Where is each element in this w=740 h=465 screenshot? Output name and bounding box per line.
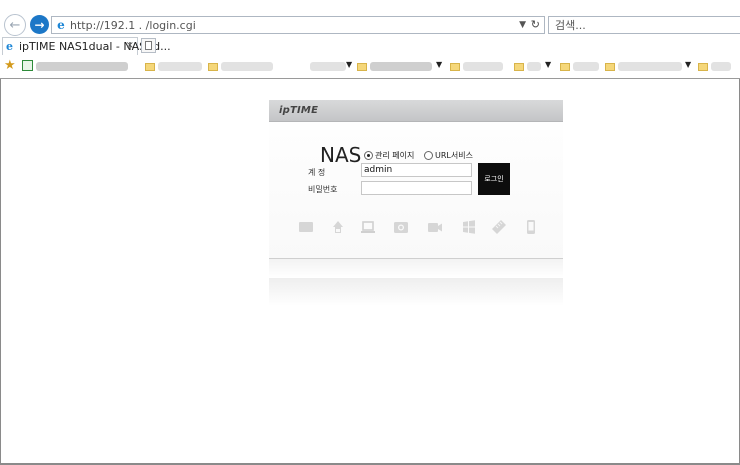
ruler-icon (492, 220, 506, 234)
panel-header: ipTIME (269, 100, 563, 122)
printer-icon (333, 221, 343, 233)
chevron-down-icon[interactable]: ▼ (436, 60, 442, 69)
tab-nas-login[interactable]: e ipTIME NAS1dual - NAS1d... × (2, 37, 171, 55)
favorite-item-blurred[interactable] (711, 62, 731, 71)
favorite-item-blurred[interactable] (158, 62, 202, 71)
folder-icon[interactable] (605, 63, 615, 71)
favorite-site-icon[interactable] (22, 60, 33, 71)
account-input[interactable] (361, 163, 472, 177)
chevron-down-icon[interactable]: ▼ (545, 60, 551, 69)
login-button[interactable]: 로그인 (478, 163, 510, 195)
favorite-item-blurred[interactable] (370, 62, 432, 71)
favorites-bar: ★ ▼ ▼ ▼ ▼ (0, 56, 740, 78)
search-input[interactable] (555, 18, 735, 32)
folder-icon[interactable] (145, 63, 155, 71)
chrome-divider (0, 78, 740, 79)
arrow-right-icon: → (34, 17, 45, 32)
folder-icon[interactable] (514, 63, 524, 71)
close-icon[interactable]: × (126, 40, 134, 51)
folder-icon[interactable] (357, 63, 367, 71)
folder-icon[interactable] (560, 63, 570, 71)
search-box[interactable] (548, 16, 740, 34)
password-input[interactable] (361, 181, 472, 195)
favorite-item-blurred[interactable] (310, 62, 346, 71)
login-panel: ipTIME NAS 관리 페이지 URL서비스 계 정 비밀번호 로그인 (269, 100, 563, 278)
address-bar[interactable]: e http://192.1 . /login.cgi ▼ ↻ (51, 16, 545, 34)
window-border (0, 79, 1, 465)
laptop-icon (361, 221, 375, 233)
browser-chrome: ← → e http://192.1 . /login.cgi ▼ ↻ e ip… (0, 0, 740, 78)
favorites-star-icon[interactable]: ★ (4, 58, 16, 73)
service-icons-row (298, 219, 538, 239)
radio-url-service[interactable] (424, 151, 433, 160)
favorite-item-blurred[interactable] (463, 62, 503, 71)
arrow-left-icon: ← (9, 17, 21, 33)
mobile-icon (527, 220, 535, 234)
favorite-item-blurred[interactable] (618, 62, 682, 71)
favorite-item-blurred[interactable] (221, 62, 273, 71)
monitor-icon (299, 222, 313, 232)
panel-body: NAS 관리 페이지 URL서비스 계 정 비밀번호 로그인 (269, 122, 563, 259)
page-title: NAS (320, 143, 362, 167)
new-tab-icon (145, 41, 152, 50)
account-label: 계 정 (308, 168, 326, 177)
radio-admin-label[interactable]: 관리 페이지 (375, 150, 414, 161)
refresh-icon[interactable]: ↻ (531, 17, 540, 33)
tab-bar: e ipTIME NAS1dual - NAS1d... × (0, 36, 740, 56)
forward-button[interactable]: → (30, 15, 49, 34)
chevron-down-icon[interactable]: ▼ (685, 60, 691, 69)
chevron-down-icon[interactable]: ▼ (346, 60, 352, 69)
panel-reflection (269, 278, 563, 306)
url-text[interactable]: http://192.1 . /login.cgi (70, 18, 196, 33)
folder-icon[interactable] (698, 63, 708, 71)
camera-icon (394, 222, 408, 233)
address-dropdown-icon[interactable]: ▼ (519, 18, 526, 33)
password-label: 비밀번호 (308, 185, 338, 194)
radio-url-label[interactable]: URL서비스 (435, 150, 473, 161)
favorite-item-blurred[interactable] (527, 62, 541, 71)
folder-icon[interactable] (450, 63, 460, 71)
folder-icon[interactable] (208, 63, 218, 71)
ie-tab-icon: e (6, 40, 13, 53)
windows-icon (463, 220, 475, 234)
video-icon (428, 223, 442, 232)
new-tab-button[interactable] (141, 38, 156, 53)
favorite-item-blurred[interactable] (36, 62, 128, 71)
back-button[interactable]: ← (4, 14, 26, 36)
ie-icon: e (57, 18, 65, 32)
iptime-logo: ipTIME (279, 105, 319, 116)
navigation-bar: ← → e http://192.1 . /login.cgi ▼ ↻ (0, 0, 740, 36)
favorite-item-blurred[interactable] (573, 62, 599, 71)
radio-admin-page[interactable] (364, 151, 373, 160)
